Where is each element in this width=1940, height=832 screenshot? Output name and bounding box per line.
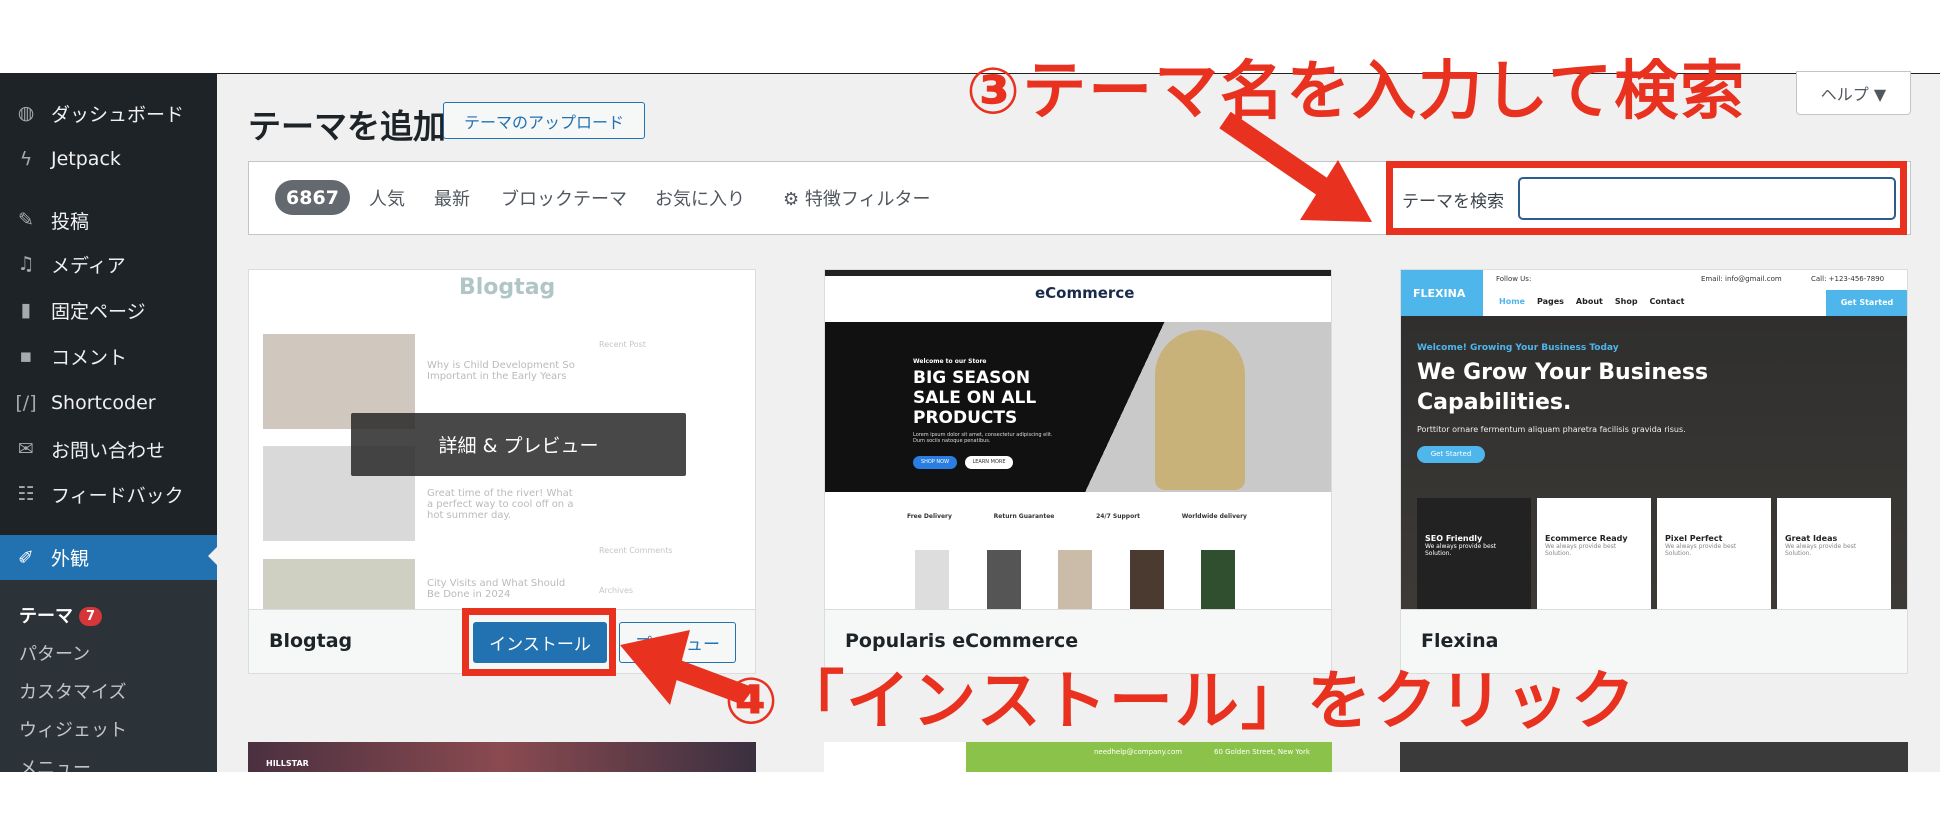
- annotation-arrows: [620, 111, 1372, 705]
- arrow-to-search-icon: [1219, 111, 1372, 222]
- arrow-to-install-icon: [620, 630, 749, 705]
